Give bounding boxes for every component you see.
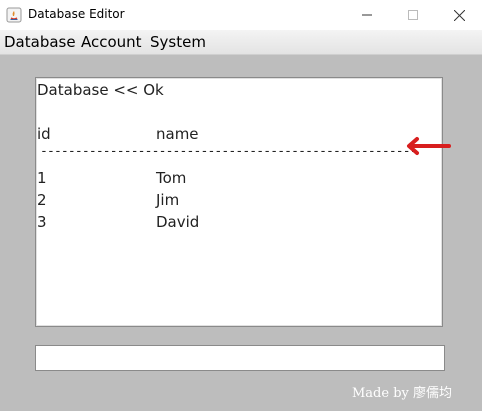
row-2-id: 2 xyxy=(37,191,47,209)
status-line: Database << Ok xyxy=(37,81,164,99)
left-arrow-icon xyxy=(407,137,451,155)
minimize-button[interactable] xyxy=(344,0,390,30)
row-1-id: 1 xyxy=(37,169,47,187)
menu-bar: Database Account System xyxy=(0,30,482,55)
separator-line: ----------------------------------------… xyxy=(40,144,418,159)
row-3-name: David xyxy=(156,213,200,231)
window-title: Database Editor xyxy=(28,7,125,21)
menu-database[interactable]: Database xyxy=(4,33,76,51)
row-3-id: 3 xyxy=(37,213,47,231)
minimize-icon xyxy=(362,14,372,16)
close-button[interactable] xyxy=(436,0,482,30)
close-icon xyxy=(453,9,465,21)
row-2-name: Jim xyxy=(156,191,180,209)
header-id: id xyxy=(37,125,51,143)
maximize-button[interactable] xyxy=(390,0,436,30)
output-text-area[interactable]: Database << Ok id name -----------------… xyxy=(35,77,443,327)
title-bar[interactable]: Database Editor xyxy=(0,0,482,30)
command-input[interactable] xyxy=(35,345,445,371)
header-name: name xyxy=(156,125,199,143)
author-credit: Made by 廖儒均 xyxy=(352,386,453,401)
maximize-icon xyxy=(408,10,418,20)
menu-system[interactable]: System xyxy=(150,33,206,51)
java-icon xyxy=(6,7,22,23)
row-1-name: Tom xyxy=(156,169,187,187)
menu-account[interactable]: Account xyxy=(81,33,142,51)
